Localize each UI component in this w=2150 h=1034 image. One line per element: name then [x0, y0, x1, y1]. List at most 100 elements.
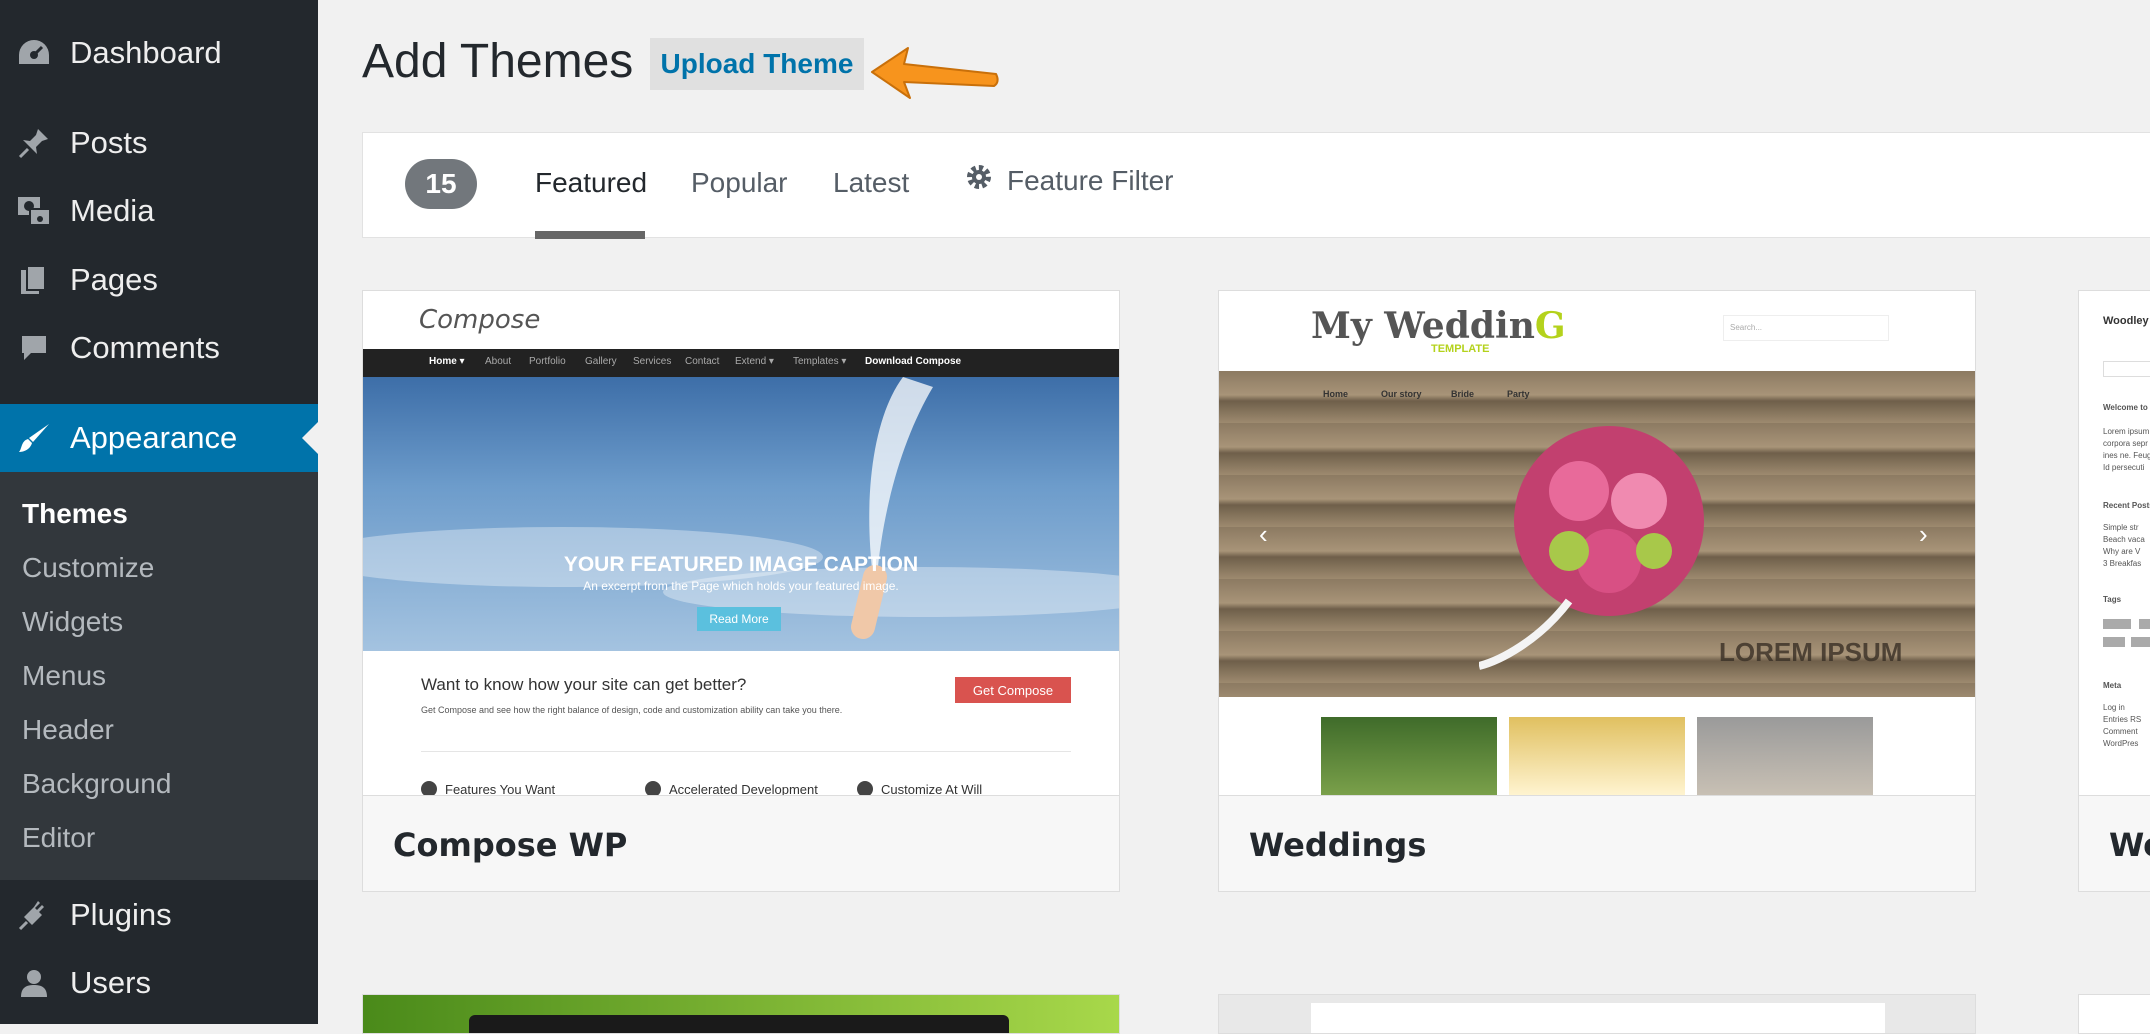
submenu-item-header[interactable]: Header: [22, 714, 114, 746]
preview-menu-item: Bride: [1451, 389, 1475, 399]
sidebar-item-plugins[interactable]: Plugins: [0, 882, 318, 948]
current-menu-arrow: [302, 422, 318, 454]
preview-nav-item: Download Compose: [865, 356, 962, 367]
preview-read-more: Read More: [697, 607, 781, 631]
preview-text: 3 Breakfas: [2103, 559, 2142, 568]
page-title: Add Themes: [362, 35, 634, 88]
submenu-item-background[interactable]: Background: [22, 768, 171, 800]
pages-icon: [16, 262, 52, 298]
tab-popular[interactable]: Popular: [691, 167, 788, 199]
preview-text: Id persecuti: [2103, 463, 2145, 472]
upload-theme-button[interactable]: Upload Theme: [650, 38, 864, 90]
theme-screenshot: Compose Home ▾ About Portfolio Gallery S…: [363, 291, 1119, 795]
preview-text: Entries RS: [2103, 715, 2142, 724]
preview-text: Beach vaca: [2103, 535, 2145, 544]
preview-nav-item: About: [485, 356, 512, 367]
theme-name-bar: Weddings: [1219, 795, 1975, 891]
user-icon: [16, 965, 52, 1001]
sidebar-item-appearance[interactable]: Appearance: [0, 404, 318, 472]
sidebar-item-pages[interactable]: Pages: [0, 247, 318, 313]
preview-cta-sub: Get Compose and see how the right balanc…: [421, 705, 843, 715]
theme-card-row2[interactable]: [362, 994, 1120, 1034]
preview-text: Comment: [2103, 727, 2138, 736]
sidebar-item-label: Dashboard: [70, 35, 222, 70]
preview-nav-item: Gallery: [585, 356, 617, 367]
sidebar-item-posts[interactable]: Posts: [0, 110, 318, 176]
preview-search: Search...: [1723, 315, 1889, 341]
preview-nav-item: Home ▾: [429, 356, 465, 367]
feature-filter-label: Feature Filter: [1007, 164, 1174, 196]
theme-card-row2[interactable]: [1218, 994, 1976, 1034]
preview-nav-item: Extend ▾: [735, 356, 774, 367]
theme-screenshot: Woodley Welcome to Lorem ipsum corpora s…: [2079, 291, 2150, 795]
preview-text: Why are V: [2103, 547, 2141, 556]
preview-caption-sub: An excerpt from the Page which holds you…: [583, 579, 899, 593]
preview-nav-item: Templates ▾: [793, 356, 847, 367]
preview-menu-item: Party: [1507, 389, 1530, 399]
appearance-submenu: Themes Customize Widgets Menus Header Ba…: [0, 472, 318, 880]
annotation-arrow-icon: [871, 47, 999, 99]
preview-text: Welcome to: [2103, 403, 2148, 412]
preview-feature: Accelerated Development: [645, 781, 818, 795]
theme-card-row2[interactable]: [2078, 994, 2150, 1034]
sidebar-item-media[interactable]: Media: [0, 178, 318, 244]
gear-icon: [965, 163, 993, 198]
submenu-item-widgets[interactable]: Widgets: [22, 606, 123, 638]
theme-name: Wo: [2109, 826, 2150, 864]
bouquet-icon: [1479, 426, 1704, 670]
preview-cta: Want to know how your site can get bette…: [421, 675, 747, 694]
tab-featured[interactable]: Featured: [535, 167, 647, 199]
preview-nav: Home ▾ About Portfolio Gallery Services …: [363, 349, 1119, 377]
sidebar-item-comments[interactable]: Comments: [0, 315, 318, 381]
pin-icon: [16, 125, 52, 161]
feather-icon: [851, 377, 933, 639]
sidebar-item-label: Plugins: [70, 897, 172, 932]
media-icon: [16, 193, 52, 229]
comment-icon: [16, 330, 52, 366]
preview-text: corpora sepr: [2103, 439, 2148, 448]
preview-get-button: Get Compose: [955, 677, 1071, 703]
theme-count-badge: 15: [405, 159, 477, 209]
chevron-left-icon: ‹: [1259, 519, 1268, 549]
preview-text: Log in: [2103, 703, 2125, 712]
sidebar-item-label: Appearance: [70, 420, 238, 455]
preview-thumbnail: [1321, 717, 1497, 795]
sidebar-item-users[interactable]: Users: [0, 950, 318, 1016]
preview-text: Lorem ipsum: [2103, 427, 2150, 436]
preview-text: Recent Posts: [2103, 501, 2150, 510]
theme-name-bar: Wo: [2079, 795, 2150, 891]
preview-text: WordPres: [2103, 739, 2139, 748]
feature-filter-button[interactable]: Feature Filter: [965, 163, 1174, 198]
sidebar-item-label: Users: [70, 965, 151, 1000]
brush-icon: [16, 420, 52, 456]
theme-name-bar: Compose WP: [363, 795, 1119, 891]
sidebar-item-label: Comments: [70, 330, 220, 365]
admin-sidebar: Dashboard Posts Media Pages Comments App…: [0, 0, 318, 1024]
submenu-item-editor[interactable]: Editor: [22, 822, 95, 854]
preview-thumbnail: [1509, 717, 1685, 795]
preview-nav-item: Contact: [685, 356, 720, 367]
theme-card-weddings[interactable]: My WeddinG TEMPLATE Search... Home Our s…: [1218, 290, 1976, 892]
preview-text: Tags: [2103, 595, 2122, 604]
preview-nav-item: Portfolio: [529, 356, 566, 367]
preview-menu-item: Home: [1323, 389, 1349, 399]
preview-menu-item: Our story: [1381, 389, 1422, 399]
preview-thumbnail: [1697, 717, 1873, 795]
sidebar-item-dashboard[interactable]: Dashboard: [0, 20, 318, 86]
theme-card-compose-wp[interactable]: Compose Home ▾ About Portfolio Gallery S…: [362, 290, 1120, 892]
theme-screenshot: My WeddinG TEMPLATE Search... Home Our s…: [1219, 291, 1975, 795]
submenu-item-themes[interactable]: Themes: [22, 498, 128, 530]
plug-icon: [16, 897, 52, 933]
chevron-right-icon: ›: [1919, 519, 1928, 549]
preview-overlay-text: LOREM IPSUM: [1719, 637, 1903, 667]
theme-card-woodley[interactable]: Woodley Welcome to Lorem ipsum corpora s…: [2078, 290, 2150, 892]
submenu-item-customize[interactable]: Customize: [22, 552, 154, 584]
active-tab-indicator: [535, 231, 645, 239]
preview-logo: Compose: [419, 305, 541, 335]
preview-divider: [421, 751, 1071, 752]
tab-latest[interactable]: Latest: [833, 167, 909, 199]
submenu-item-menus[interactable]: Menus: [22, 660, 106, 692]
sidebar-item-label: Pages: [70, 262, 158, 297]
theme-name: Compose WP: [393, 826, 628, 864]
preview-feature: Features You Want: [421, 781, 555, 795]
